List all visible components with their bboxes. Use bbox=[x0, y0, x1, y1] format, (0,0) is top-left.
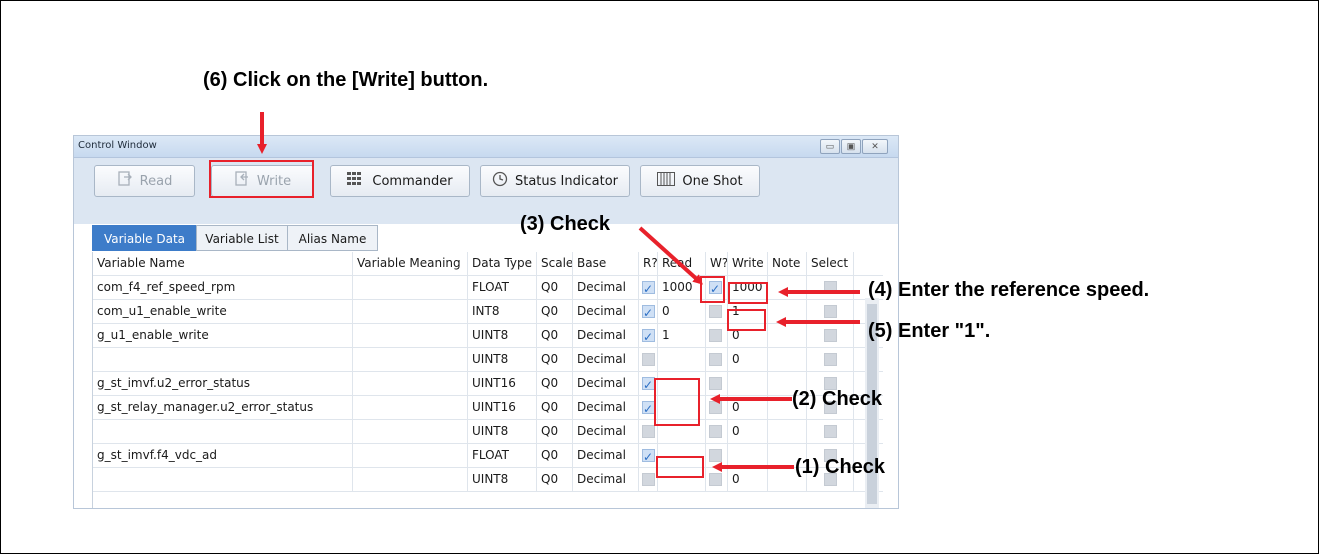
annotation-step2: (2) Check bbox=[792, 388, 883, 410]
annotation-step1: (1) Check bbox=[795, 456, 886, 478]
annotation-step4: (4) Enter the reference speed. bbox=[868, 279, 1150, 301]
annotation-arrows bbox=[257, 112, 860, 472]
annotation-step5: (5) Enter "1". bbox=[868, 320, 991, 342]
annotation-step3: (3) Check bbox=[520, 213, 611, 235]
